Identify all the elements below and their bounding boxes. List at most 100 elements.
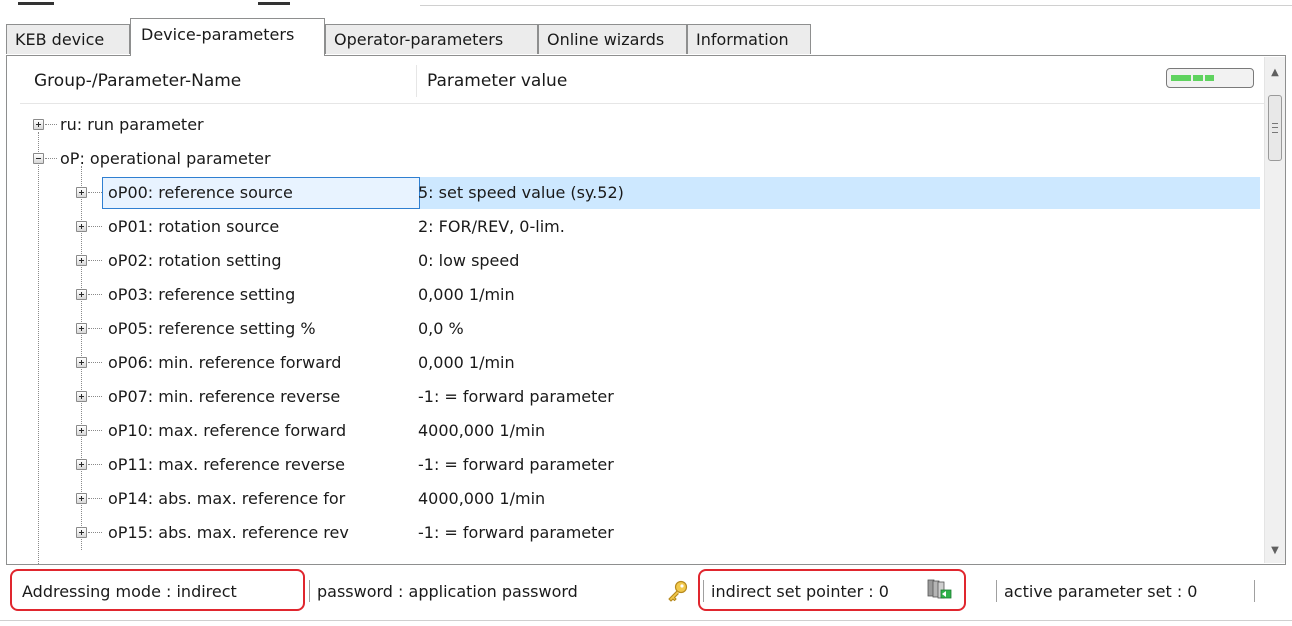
- parameter-name: oP05: reference setting %: [108, 319, 316, 338]
- parameter-name: oP03: reference setting: [108, 285, 296, 304]
- parameter-row[interactable]: oP10: max. reference forward 4000,000 1/m…: [8, 414, 1264, 448]
- tree-connector: [88, 328, 102, 330]
- scrollbar-thumb[interactable]: [1268, 95, 1282, 161]
- tree-connector: [88, 396, 102, 398]
- expand-icon[interactable]: [76, 527, 87, 538]
- tab-online-wizards[interactable]: Online wizards: [538, 24, 687, 54]
- tree-group-row[interactable]: oP: operational parameter: [8, 142, 1264, 176]
- column-header-value[interactable]: Parameter value: [427, 71, 567, 91]
- scroll-down-arrow-icon[interactable]: ▼: [1265, 541, 1285, 561]
- tree-connector: [88, 362, 102, 364]
- tree-connector: [88, 464, 102, 466]
- parameter-set-pointer-icon[interactable]: [926, 578, 952, 602]
- parameter-row[interactable]: oP01: rotation source 2: FOR/REV, 0-lim.: [8, 210, 1264, 244]
- expand-icon[interactable]: [76, 459, 87, 470]
- password-status: password : application password: [317, 582, 578, 601]
- parameter-name: oP02: rotation setting: [108, 251, 282, 270]
- window-bottom-border: [0, 620, 1292, 621]
- tree-connector: [88, 430, 102, 432]
- tree-group-row[interactable]: ru: run parameter: [8, 108, 1264, 142]
- parameter-name: oP14: abs. max. reference for: [108, 489, 346, 508]
- parameter-value[interactable]: 0,0 %: [418, 319, 464, 338]
- parameter-value[interactable]: 0,000 1/min: [418, 285, 515, 304]
- tree-connector: [88, 294, 102, 296]
- tree-connector: [45, 158, 57, 160]
- parameter-row[interactable]: oP15: abs. max. reference rev -1: = forwa…: [8, 516, 1264, 550]
- tree-connector: [88, 260, 102, 262]
- progress-segment-gap: [1191, 75, 1193, 81]
- parameter-value[interactable]: -1: = forward parameter: [418, 387, 614, 406]
- parameter-row[interactable]: oP05: reference setting % 0,0 %: [8, 312, 1264, 346]
- progress-indicator: [1166, 68, 1254, 88]
- column-header-name[interactable]: Group-/Parameter-Name: [34, 71, 241, 91]
- tab-keb-device[interactable]: KEB device: [6, 24, 130, 54]
- top-edge: [0, 0, 1292, 12]
- status-separator: [703, 580, 704, 602]
- parameter-value[interactable]: 5: set speed value (sy.52): [418, 183, 624, 202]
- column-header: Group-/Parameter-Name Parameter value: [20, 57, 1264, 104]
- grip-icon: [1272, 123, 1278, 133]
- expand-icon[interactable]: [33, 119, 44, 130]
- parameter-row[interactable]: oP03: reference setting 0,000 1/min: [8, 278, 1264, 312]
- parameter-editor-window: KEB device Device-parameters Operator-pa…: [0, 0, 1292, 626]
- indirect-set-pointer-status: indirect set pointer : 0: [711, 582, 889, 601]
- parameter-name: oP07: min. reference reverse: [108, 387, 341, 406]
- device-parameters-panel: Group-/Parameter-Name Parameter value ru…: [6, 55, 1286, 565]
- tree-connector: [88, 532, 102, 534]
- cropped-control-remnant: [18, 2, 54, 5]
- tab-device-parameters[interactable]: Device-parameters: [130, 18, 325, 56]
- parameter-tree: ru: run parameter oP: operational paramet…: [8, 104, 1264, 564]
- addressing-mode-status: Addressing mode : indirect: [22, 582, 237, 601]
- tab-operator-parameters[interactable]: Operator-parameters: [325, 24, 538, 54]
- parameter-row[interactable]: oP00: reference source 5: set speed value…: [8, 176, 1264, 210]
- tree-group-label: oP: operational parameter: [60, 149, 271, 168]
- expand-icon[interactable]: [76, 255, 87, 266]
- parameter-row[interactable]: oP11: max. reference reverse -1: = forwar…: [8, 448, 1264, 482]
- parameter-name: oP10: max. reference forward: [108, 421, 347, 440]
- status-separator: [1254, 580, 1255, 602]
- status-separator: [996, 580, 997, 602]
- expand-icon[interactable]: [76, 493, 87, 504]
- expand-icon[interactable]: [76, 187, 87, 198]
- tree-group-label: ru: run parameter: [60, 115, 204, 134]
- expand-icon[interactable]: [76, 357, 87, 368]
- tree-connector: [45, 124, 57, 126]
- parameter-row[interactable]: oP07: min. reference reverse -1: = forwar…: [8, 380, 1264, 414]
- collapse-icon[interactable]: [33, 153, 44, 164]
- progress-segment-gap: [1203, 75, 1205, 81]
- tab-information[interactable]: Information: [687, 24, 811, 54]
- parameter-name: oP11: max. reference reverse: [108, 455, 345, 474]
- expand-icon[interactable]: [76, 221, 87, 232]
- tree-connector: [88, 498, 102, 500]
- expand-icon[interactable]: [76, 289, 87, 300]
- parameter-row[interactable]: oP14: abs. max. reference for 4000,000 1/…: [8, 482, 1264, 516]
- expand-icon[interactable]: [76, 425, 87, 436]
- divider: [420, 5, 1292, 6]
- column-divider[interactable]: [416, 65, 417, 97]
- expand-icon[interactable]: [76, 323, 87, 334]
- cropped-control-remnant: [258, 2, 290, 5]
- parameter-name: oP06: min. reference forward: [108, 353, 342, 372]
- status-bar: Addressing mode : indirect password : ap…: [6, 567, 1292, 617]
- parameter-value[interactable]: 0: low speed: [418, 251, 519, 270]
- vertical-scrollbar[interactable]: ▲ ▼: [1264, 57, 1285, 563]
- parameter-value[interactable]: 4000,000 1/min: [418, 421, 545, 440]
- tree-connector: [88, 192, 102, 194]
- parameter-name: oP00: reference source: [108, 183, 293, 202]
- parameter-value[interactable]: 2: FOR/REV, 0-lim.: [418, 217, 565, 236]
- parameter-value[interactable]: 0,000 1/min: [418, 353, 515, 372]
- key-icon[interactable]: [665, 579, 689, 603]
- parameter-value[interactable]: -1: = forward parameter: [418, 455, 614, 474]
- active-parameter-set-status: active parameter set : 0: [1004, 582, 1198, 601]
- parameter-row[interactable]: oP06: min. reference forward 0,000 1/min: [8, 346, 1264, 380]
- tree-connector: [88, 226, 102, 228]
- parameter-name: oP15: abs. max. reference rev: [108, 523, 349, 542]
- scroll-up-arrow-icon[interactable]: ▲: [1265, 63, 1285, 83]
- parameter-value[interactable]: 4000,000 1/min: [418, 489, 545, 508]
- expand-icon[interactable]: [76, 391, 87, 402]
- tab-strip: KEB device Device-parameters Operator-pa…: [6, 18, 1292, 56]
- parameter-name: oP01: rotation source: [108, 217, 280, 236]
- parameter-row[interactable]: oP02: rotation setting 0: low speed: [8, 244, 1264, 278]
- parameter-value[interactable]: -1: = forward parameter: [418, 523, 614, 542]
- status-separator: [309, 580, 310, 602]
